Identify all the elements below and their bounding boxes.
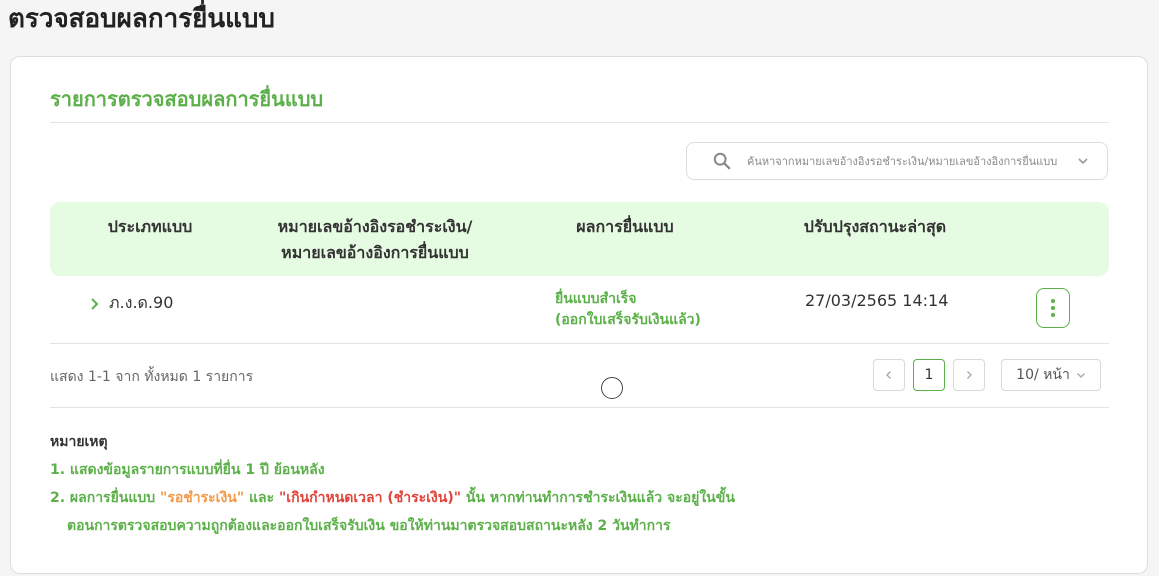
status-overdue-label: "เกินกำหนดเวลา (ชำระเงิน)" [279, 490, 462, 506]
chevron-left-icon [886, 371, 891, 379]
search-box[interactable] [686, 142, 1108, 180]
next-page-button[interactable] [953, 359, 985, 391]
note-item-2-line2: ตอนการตรวจสอบความถูกต้องและออกใบเสร็จรับ… [67, 518, 671, 534]
chevron-down-icon[interactable] [1077, 155, 1089, 167]
header-reference-line2: หมายเลขอ้างอิงการยื่นแบบ [281, 243, 469, 262]
results-card: รายการตรวจสอบผลการยื่นแบบ ประเภทแบบ หมาย… [10, 56, 1148, 574]
table-header: ประเภทแบบ หมายเลขอ้างอิงรอชำระเงิน/ หมาย… [50, 202, 1109, 276]
page-1-button[interactable]: 1 [913, 359, 945, 391]
page-size-select[interactable]: 10/ หน้า [1001, 359, 1101, 391]
note-item-2-prefix: 2. ผลการยื่นแบบ [50, 490, 161, 506]
cell-last-updated: 27/03/2565 14:14 [805, 291, 949, 310]
header-result: ผลการยื่นแบบ [576, 217, 674, 236]
search-input[interactable] [745, 153, 1069, 169]
header-last-updated: ปรับปรุงสถานะล่าสุด [803, 217, 947, 236]
note-item-2-suffix: นั้น หากท่านทำการชำระเงินแล้ว จะอยู่ในขั… [461, 490, 735, 506]
page-size-value: 10/ หน้า [1016, 367, 1070, 383]
note-item-2-and: และ [244, 490, 280, 506]
title-divider [50, 122, 1109, 123]
row-menu-button[interactable] [1036, 288, 1070, 328]
chevron-right-icon [967, 371, 972, 379]
header-form-type: ประเภทแบบ [107, 217, 193, 236]
chevron-right-icon[interactable] [89, 297, 101, 311]
status-pending-label: "รอชำระเงิน" [160, 490, 245, 506]
page-title: ตรวจสอบผลการยื่นแบบ [8, 4, 275, 34]
row-divider [50, 343, 1109, 344]
cell-result: ยื่นแบบสำเร็จ (ออกใบเสร็จรับเงินแล้ว) [555, 289, 701, 331]
pagination-summary: แสดง 1-1 จาก ทั้งหมด 1 รายการ [50, 369, 254, 385]
note-item-2: 2. ผลการยื่นแบบ "รอชำระเงิน" และ "เกินกำ… [50, 484, 735, 512]
cell-form-type: ภ.ง.ด.90 [109, 293, 174, 312]
notes-title: หมายเหตุ [50, 434, 108, 450]
cell-result-status: ยื่นแบบสำเร็จ [555, 291, 637, 307]
cell-result-detail: (ออกใบเสร็จรับเงินแล้ว) [555, 312, 701, 328]
chevron-down-icon [1076, 373, 1085, 378]
prev-page-button[interactable] [873, 359, 905, 391]
notes-section: หมายเหตุ 1. แสดงข้อมูลรายการแบบที่ยื่น 1… [50, 428, 735, 540]
header-reference-line1: หมายเลขอ้างอิงรอชำระเงิน/ [277, 217, 473, 236]
loading-indicator [601, 377, 623, 399]
more-vertical-icon [1051, 299, 1055, 317]
pagination-divider [50, 407, 1109, 408]
table-row: ภ.ง.ด.90 ยื่นแบบสำเร็จ (ออกใบเสร็จรับเงิ… [50, 277, 1109, 343]
header-reference: หมายเลขอ้างอิงรอชำระเงิน/ หมายเลขอ้างอิง… [250, 214, 500, 266]
card-title: รายการตรวจสอบผลการยื่นแบบ [50, 87, 324, 111]
note-item-1: 1. แสดงข้อมูลรายการแบบที่ยื่น 1 ปี ย้อนห… [50, 462, 325, 478]
search-icon [713, 152, 731, 170]
